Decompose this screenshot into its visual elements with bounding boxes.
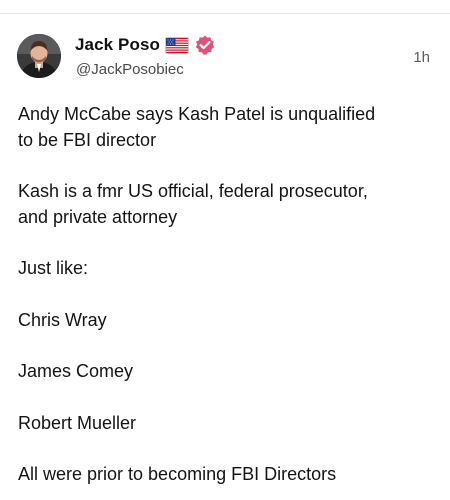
author-name-row: Jack Poso bbox=[75, 34, 216, 56]
post-text-line: and private attorney bbox=[18, 206, 178, 227]
verified-badge-icon bbox=[194, 34, 216, 56]
post-text-line: All were prior to becoming FBI Directors bbox=[18, 464, 337, 484]
author-name[interactable]: Jack Poso bbox=[75, 35, 160, 55]
post-card: Jack Poso @JackPosobiec 1h Andy McCabe s… bbox=[0, 14, 450, 500]
post-text-line: to be FBI director bbox=[18, 129, 157, 150]
post-text-line: Kash is a fmr US official, federal prose… bbox=[18, 181, 368, 201]
post-text-line: Chris Wray bbox=[18, 309, 107, 330]
verified-badge-shape bbox=[195, 35, 215, 55]
post-text-line: James Comey bbox=[18, 361, 134, 381]
author-handle[interactable]: @JackPosobiec bbox=[76, 61, 184, 78]
post-text-line: Robert Mueller bbox=[18, 412, 137, 433]
us-flag-icon bbox=[165, 36, 190, 54]
post-timestamp[interactable]: 1h bbox=[413, 49, 430, 66]
post-body: Andy McCabe says Kash Patel is unqualifi… bbox=[18, 102, 438, 488]
post-text-line: Andy McCabe says Kash Patel is unqualifi… bbox=[18, 104, 376, 124]
avatar[interactable] bbox=[17, 34, 61, 78]
post-text-line: Just like: bbox=[18, 258, 89, 278]
